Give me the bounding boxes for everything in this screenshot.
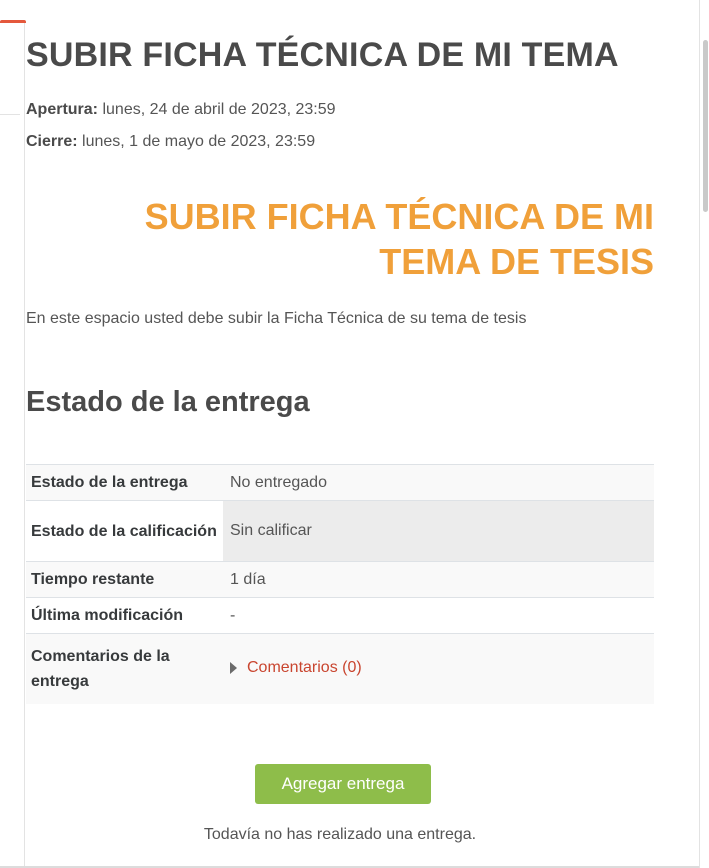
- grading-status-value: Sin calificar: [223, 500, 654, 562]
- time-remaining-label: Tiempo restante: [26, 561, 223, 598]
- drawer-divider: [0, 114, 20, 115]
- page-frame: SUBIR FICHA TÉCNICA DE MI TEMA Apertura:…: [0, 0, 709, 868]
- left-drawer-edge: [0, 20, 26, 868]
- submission-status-table: Estado de la entrega No entregado Estado…: [26, 464, 654, 704]
- table-row: Estado de la calificación Sin calificar: [26, 500, 654, 562]
- open-date: Apertura: lunes, 24 de abril de 2023, 23…: [26, 101, 336, 119]
- submission-status-title: Estado de la entrega: [26, 386, 310, 418]
- description-heading-line2: TEMA DE TESIS: [379, 241, 654, 282]
- open-date-value: lunes, 24 de abril de 2023, 23:59: [102, 101, 336, 118]
- description-heading-line1: SUBIR FICHA TÉCNICA DE MI: [144, 196, 654, 237]
- status-label: Estado de la entrega: [26, 464, 223, 501]
- table-row: Estado de la entrega No entregado: [26, 464, 654, 501]
- submission-comments-label: Comentarios de la entrega: [26, 633, 223, 704]
- open-date-label: Apertura:: [26, 101, 99, 118]
- close-date-label: Cierre:: [26, 133, 78, 150]
- scrollbar-thumb[interactable]: [703, 40, 708, 212]
- no-submission-message: Todavía no has realizado una entrega.: [203, 826, 477, 843]
- add-submission-button[interactable]: Agregar entrega: [255, 764, 431, 804]
- comments-link[interactable]: Comentarios (0): [247, 659, 362, 677]
- drawer-accent: [0, 20, 26, 23]
- description-text: En este espacio usted debe subir la Fich…: [26, 310, 527, 327]
- description-heading: SUBIR FICHA TÉCNICA DE MI TEMA DE TESIS: [26, 194, 654, 284]
- page-title: SUBIR FICHA TÉCNICA DE MI TEMA: [26, 36, 619, 74]
- caret-right-icon: [230, 661, 237, 674]
- close-date-value: lunes, 1 de mayo de 2023, 23:59: [82, 133, 316, 150]
- last-modified-value: -: [223, 597, 654, 634]
- comments-toggle[interactable]: Comentarios (0): [230, 659, 362, 677]
- table-row: Comentarios de la entrega Comentarios (0…: [26, 633, 654, 704]
- submission-comments-cell: Comentarios (0): [223, 633, 654, 704]
- grading-status-label: Estado de la calificación: [26, 500, 223, 562]
- time-remaining-value: 1 día: [223, 561, 654, 598]
- last-modified-label: Última modificación: [26, 597, 223, 634]
- table-row: Tiempo restante 1 día: [26, 561, 654, 598]
- table-row: Última modificación -: [26, 597, 654, 634]
- status-value: No entregado: [223, 464, 654, 501]
- close-date: Cierre: lunes, 1 de mayo de 2023, 23:59: [26, 133, 315, 151]
